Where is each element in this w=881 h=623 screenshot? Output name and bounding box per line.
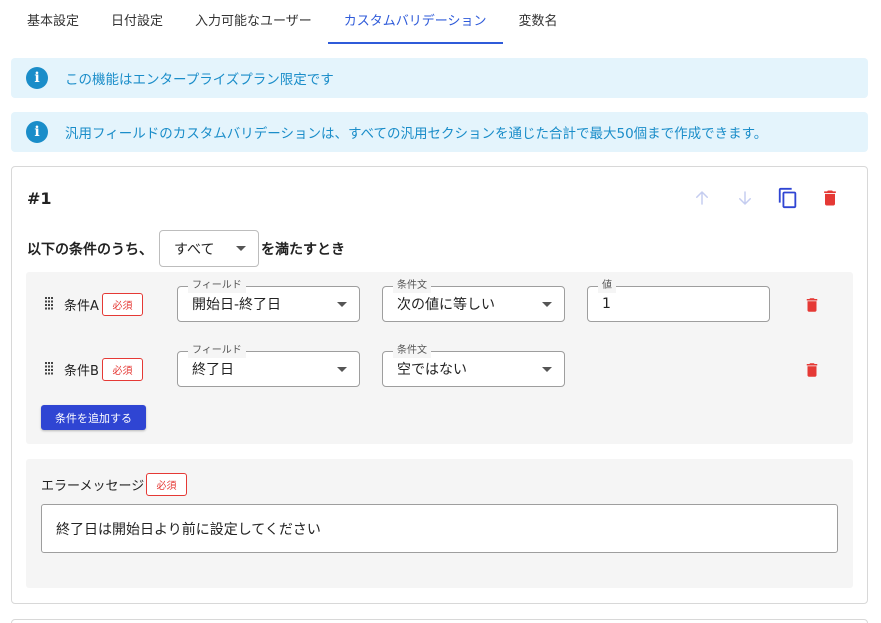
match-mode-value: すべて (174, 241, 215, 258)
move-down-button[interactable] (731, 184, 759, 212)
alert-text: 汎用フィールドのカスタムバリデーションは、すべての汎用セクションを通じた合計で最… (65, 126, 768, 142)
condition-value: 空ではない (397, 362, 467, 378)
conditions-box: 条件A 必須 フィールド 開始日-終了日 条件文 次の値に等しい 値 1 条件B… (26, 272, 853, 444)
error-message-label: エラーメッセージ (41, 479, 145, 494)
required-badge: 必須 (146, 473, 187, 496)
caret-down-icon (337, 366, 347, 372)
value-legend: 値 (598, 279, 616, 293)
error-message-box: エラーメッセージ 必須 終了日は開始日より前に設定してください (26, 459, 853, 588)
condition-select[interactable]: 条件文 次の値に等しい (382, 279, 565, 322)
drag-handle-icon[interactable] (44, 296, 54, 310)
match-mode-select[interactable]: すべて (159, 230, 259, 267)
value-text: 1 (602, 296, 611, 312)
delete-condition-button[interactable] (801, 359, 823, 381)
condition-value: 次の値に等しい (397, 297, 495, 313)
arrow-down-icon (739, 191, 751, 205)
limit-alert: i 汎用フィールドのカスタムバリデーションは、すべての汎用セクションを通じた合計… (11, 112, 868, 152)
tab-basic-settings[interactable]: 基本設定 (11, 0, 95, 44)
condition-suffix: を満たすとき (261, 241, 345, 258)
condition-select[interactable]: 条件文 空ではない (382, 344, 565, 387)
trash-icon (806, 363, 818, 377)
tab-variable-name[interactable]: 変数名 (503, 0, 574, 44)
caret-down-icon (542, 301, 552, 307)
copy-icon (778, 187, 797, 209)
arrow-up-icon (696, 191, 708, 205)
drag-handle-icon[interactable] (44, 361, 54, 375)
copy-button[interactable] (774, 184, 802, 212)
next-rule-card (11, 619, 868, 623)
caret-down-icon (337, 301, 347, 307)
required-badge: 必須 (102, 293, 143, 316)
caret-down-icon (542, 366, 552, 372)
condition-label: 条件B (64, 364, 99, 379)
condition-legend: 条件文 (393, 344, 431, 358)
field-value: 開始日-終了日 (192, 297, 282, 313)
enterprise-alert: i この機能はエンタープライズプラン限定です (11, 58, 868, 98)
trash-icon (824, 190, 836, 206)
trash-icon (806, 298, 818, 312)
condition-label: 条件A (64, 299, 99, 314)
match-condition-line: 以下の条件のうち、 すべて を満たすとき (27, 230, 345, 267)
alert-text: この機能はエンタープライズプラン限定です (65, 72, 334, 88)
tab-date-settings[interactable]: 日付設定 (95, 0, 179, 44)
condition-prefix: 以下の条件のうち、 (27, 241, 153, 258)
field-value: 終了日 (192, 362, 234, 378)
field-select[interactable]: フィールド 開始日-終了日 (177, 279, 360, 322)
field-legend: フィールド (188, 279, 246, 293)
validation-rule-card: #1 以下の条件のうち、 すべて を満たすとき 条件A 必須 フィールド 開始日… (11, 166, 868, 604)
required-badge: 必須 (102, 358, 143, 381)
rule-title: #1 (27, 189, 52, 208)
tab-custom-validation[interactable]: カスタムバリデーション (327, 0, 503, 44)
field-select[interactable]: フィールド 終了日 (177, 344, 360, 387)
caret-down-icon (236, 246, 246, 251)
field-legend: フィールド (188, 344, 246, 358)
condition-row: 条件B 必須 フィールド 終了日 条件文 空ではない (26, 344, 853, 387)
delete-condition-button[interactable] (801, 294, 823, 316)
info-icon: i (26, 67, 48, 89)
move-up-button[interactable] (688, 184, 716, 212)
tab-input-users[interactable]: 入力可能なユーザー (179, 0, 328, 44)
add-condition-button[interactable]: 条件を追加する (41, 405, 146, 430)
delete-rule-button[interactable] (816, 184, 844, 212)
value-input[interactable]: 値 1 (587, 279, 770, 322)
condition-row: 条件A 必須 フィールド 開始日-終了日 条件文 次の値に等しい 値 1 (26, 279, 853, 322)
error-message-input[interactable]: 終了日は開始日より前に設定してください (41, 504, 838, 553)
condition-legend: 条件文 (393, 279, 431, 293)
tab-bar: 基本設定 日付設定 入力可能なユーザー カスタムバリデーション 変数名 (11, 0, 574, 44)
info-icon: i (26, 121, 48, 143)
